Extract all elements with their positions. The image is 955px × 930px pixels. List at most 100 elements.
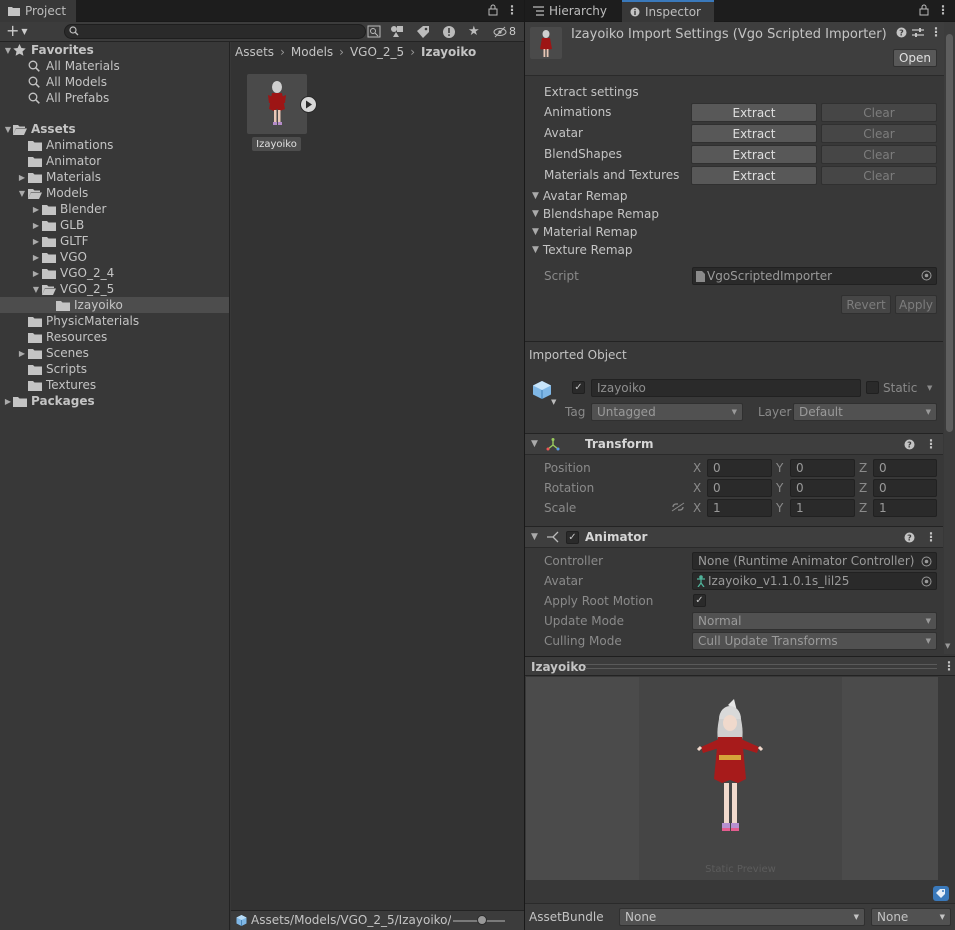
- tab-project[interactable]: Project: [0, 0, 77, 22]
- object-picker-icon[interactable]: [921, 270, 932, 281]
- foldout-arrow-icon[interactable]: ▶: [31, 233, 41, 249]
- search-input[interactable]: [64, 24, 366, 39]
- culling-mode-dropdown[interactable]: Cull Update Transforms ▼: [692, 632, 937, 650]
- avatar-field[interactable]: Izayoiko_v1.1.0.1s_lil25: [692, 572, 937, 590]
- foldout-arrow-icon[interactable]: ▶: [17, 345, 27, 361]
- transform-z-field[interactable]: 0: [873, 459, 937, 477]
- tree-item-scripts[interactable]: Scripts: [0, 361, 229, 377]
- tree-item-resources[interactable]: Resources: [0, 329, 229, 345]
- extract-button[interactable]: Extract: [691, 145, 817, 164]
- inspector-scrollbar[interactable]: ▼: [944, 22, 955, 654]
- breadcrumb-item[interactable]: Assets: [235, 45, 274, 59]
- log-type-icon[interactable]: [442, 25, 456, 39]
- foldout-arrow-icon[interactable]: ▼: [17, 185, 27, 201]
- object-name-field[interactable]: Izayoiko: [591, 379, 861, 397]
- transform-y-field[interactable]: 1: [790, 499, 855, 517]
- tree-item-all-prefabs[interactable]: All Prefabs: [0, 90, 229, 106]
- breadcrumb-item[interactable]: Izayoiko: [421, 45, 476, 59]
- tree-item-gltf[interactable]: ▶ GLTF: [0, 233, 229, 249]
- tree-item-all-materials[interactable]: All Materials: [0, 58, 229, 74]
- extract-button[interactable]: Extract: [691, 166, 817, 185]
- foldout-arrow-icon[interactable]: ▼: [3, 42, 13, 58]
- tree-item-glb[interactable]: ▶ GLB: [0, 217, 229, 233]
- extract-button[interactable]: Extract: [691, 103, 817, 122]
- tag-dropdown[interactable]: Untagged ▼: [591, 403, 743, 421]
- inspector-lock-icon[interactable]: [919, 4, 929, 16]
- help-icon[interactable]: ?: [904, 439, 915, 450]
- preview-area[interactable]: Static Preview: [526, 677, 938, 880]
- label-filter-icon[interactable]: [416, 25, 430, 38]
- tab-inspector[interactable]: Inspector: [622, 0, 714, 22]
- help-icon[interactable]: ?: [896, 27, 907, 38]
- assetbundle-variant-dropdown[interactable]: None ▼: [871, 908, 951, 926]
- filter-by-type-icon[interactable]: [390, 25, 404, 38]
- transform-x-field[interactable]: 1: [707, 499, 772, 517]
- tree-item-all-models[interactable]: All Models: [0, 74, 229, 90]
- foldout-arrow-icon[interactable]: ▼: [31, 281, 41, 297]
- help-icon[interactable]: ?: [904, 532, 915, 543]
- foldout-arrow-icon[interactable]: ▶: [31, 201, 41, 217]
- foldout-arrow-icon[interactable]: ▼: [531, 439, 538, 449]
- tree-item-textures[interactable]: Textures: [0, 377, 229, 393]
- hidden-packages-toggle[interactable]: 8: [493, 25, 516, 38]
- search-by-type-icon[interactable]: [367, 25, 381, 38]
- component-kebab-icon[interactable]: ⋮: [925, 530, 937, 544]
- static-checkbox[interactable]: [866, 381, 879, 394]
- tree-item-models[interactable]: ▼ Models: [0, 185, 229, 201]
- asset-label[interactable]: Izayoiko: [252, 137, 301, 151]
- static-dropdown-icon[interactable]: ▼: [927, 384, 932, 392]
- breadcrumb-item[interactable]: Models: [291, 45, 333, 59]
- remap-foldout[interactable]: ▼ Avatar Remap: [532, 189, 628, 203]
- clear-button[interactable]: Clear: [821, 124, 937, 143]
- preview-kebab-icon[interactable]: ⋮: [943, 659, 955, 673]
- scrollbar-thumb[interactable]: [946, 34, 953, 432]
- transform-z-field[interactable]: 0: [873, 479, 937, 497]
- tree-item-assets[interactable]: ▼ Assets: [0, 121, 229, 137]
- tree-item-izayoiko[interactable]: Izayoiko: [0, 297, 229, 313]
- tab-hierarchy[interactable]: Hierarchy: [525, 0, 617, 22]
- foldout-arrow-icon[interactable]: ▼: [531, 532, 538, 542]
- open-button[interactable]: Open: [893, 49, 937, 67]
- transform-x-field[interactable]: 0: [707, 479, 772, 497]
- foldout-arrow-icon[interactable]: ▶: [17, 169, 27, 185]
- transform-x-field[interactable]: 0: [707, 459, 772, 477]
- tree-item-vgo[interactable]: ▶ VGO: [0, 249, 229, 265]
- apply-button[interactable]: Apply: [895, 295, 937, 314]
- tree-item-animations[interactable]: Animations: [0, 137, 229, 153]
- asset-label-tag-icon[interactable]: [933, 886, 949, 901]
- tree-item-packages[interactable]: ▶ Packages: [0, 393, 229, 409]
- zoom-slider-thumb[interactable]: [477, 915, 487, 925]
- chevron-down-icon[interactable]: ▼: [551, 398, 556, 406]
- animator-component-header[interactable]: ▼ ✓ Animator ? ⋮: [525, 526, 943, 548]
- transform-y-field[interactable]: 0: [790, 479, 855, 497]
- transform-y-field[interactable]: 0: [790, 459, 855, 477]
- constrain-proportions-icon[interactable]: [671, 502, 685, 512]
- clear-button[interactable]: Clear: [821, 145, 937, 164]
- apply-root-motion-checkbox[interactable]: ✓: [693, 594, 706, 607]
- kebab-menu-icon[interactable]: ⋮: [506, 3, 518, 17]
- clear-button[interactable]: Clear: [821, 103, 937, 122]
- revert-button[interactable]: Revert: [841, 295, 891, 314]
- transform-component-header[interactable]: ▼ Transform ? ⋮: [525, 433, 943, 455]
- tree-item-physicmaterials[interactable]: PhysicMaterials: [0, 313, 229, 329]
- controller-field[interactable]: None (Runtime Animator Controller): [692, 552, 937, 570]
- foldout-arrow-icon[interactable]: ▶: [3, 393, 13, 409]
- clear-button[interactable]: Clear: [821, 166, 937, 185]
- tree-item-blender[interactable]: ▶ Blender: [0, 201, 229, 217]
- foldout-arrow-icon[interactable]: ▼: [3, 121, 13, 137]
- asset-thumbnail-izayoiko[interactable]: [247, 74, 307, 134]
- extract-button[interactable]: Extract: [691, 124, 817, 143]
- gameobject-cube-icon[interactable]: [531, 379, 553, 401]
- animator-enabled-checkbox[interactable]: ✓: [566, 531, 579, 544]
- remap-foldout[interactable]: ▼ Blendshape Remap: [532, 207, 659, 221]
- tree-item-materials[interactable]: ▶ Materials: [0, 169, 229, 185]
- remap-foldout[interactable]: ▼ Texture Remap: [532, 243, 633, 257]
- header-kebab-icon[interactable]: ⋮: [930, 25, 942, 39]
- foldout-arrow-icon[interactable]: ▶: [31, 249, 41, 265]
- tree-item-animator[interactable]: Animator: [0, 153, 229, 169]
- star-icon[interactable]: ★: [468, 24, 480, 39]
- create-button[interactable]: + ▼: [6, 23, 28, 39]
- transform-z-field[interactable]: 1: [873, 499, 937, 517]
- layer-dropdown[interactable]: Default ▼: [793, 403, 937, 421]
- lock-icon[interactable]: [488, 4, 498, 16]
